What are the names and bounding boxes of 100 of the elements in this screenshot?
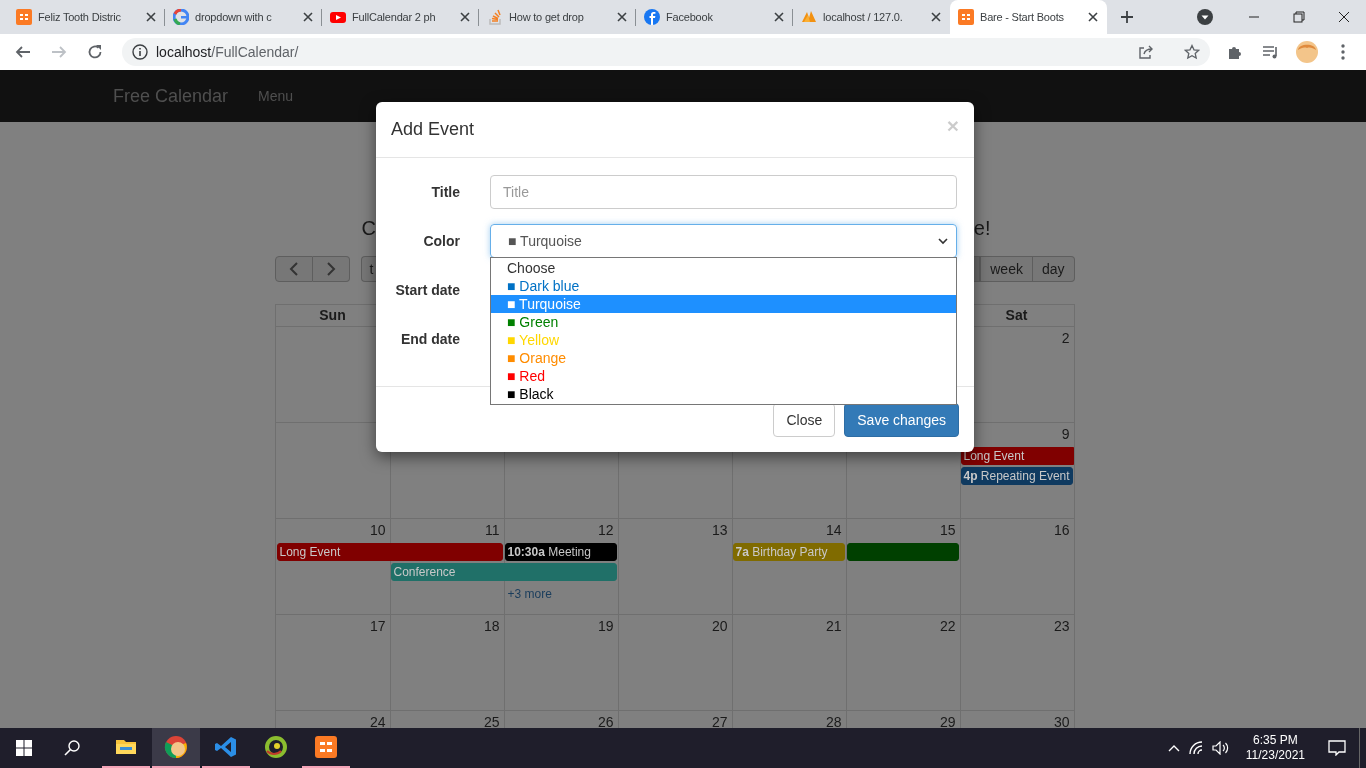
day-number: 23 — [1052, 617, 1071, 636]
close-button[interactable]: Close — [773, 403, 836, 437]
puzzle-icon[interactable] — [1227, 44, 1243, 60]
close-icon[interactable] — [1086, 10, 1100, 24]
day-number: 25 — [482, 713, 501, 728]
day-number: 20 — [710, 617, 729, 636]
field-label: End date — [399, 330, 460, 349]
avatar-icon[interactable] — [1296, 41, 1318, 63]
browser-avatar-icon — [164, 735, 188, 759]
day-number: 28 — [824, 713, 843, 728]
page-heading: C — [361, 216, 376, 240]
grid-logo-icon — [958, 9, 974, 25]
close-icon[interactable] — [301, 10, 315, 24]
sail-icon — [801, 9, 817, 25]
caret-up-icon[interactable] — [1167, 744, 1180, 752]
next-button[interactable] — [312, 256, 350, 282]
close-icon[interactable] — [929, 10, 943, 24]
weekday-header: Sat — [1004, 306, 1029, 325]
close-icon[interactable] — [772, 10, 786, 24]
day-number: 19 — [596, 617, 615, 636]
share-icon[interactable] — [1138, 44, 1154, 60]
wifi-icon[interactable] — [1187, 741, 1204, 755]
day-number: 24 — [368, 713, 387, 728]
day-number: 27 — [710, 713, 729, 728]
reload-icon[interactable] — [87, 44, 103, 60]
star-icon[interactable] — [1184, 44, 1200, 60]
prev-button[interactable] — [274, 256, 313, 282]
back-icon[interactable] — [15, 44, 31, 60]
day-number: 29 — [938, 713, 957, 728]
restore-icon[interactable] — [1292, 11, 1305, 23]
facebook-icon — [644, 9, 660, 25]
day-number: 26 — [596, 713, 615, 728]
browser-tab[interactable]: Facebook — [636, 0, 793, 34]
address-text: localhost/FullCalendar/ — [156, 44, 299, 60]
day-number: 12 — [596, 521, 615, 540]
tab-title: Bare - Start Boots — [980, 11, 1065, 23]
browser-tab[interactable]: localhost / 127.0. — [793, 0, 950, 34]
close-icon[interactable] — [458, 10, 472, 24]
event-bar[interactable]: 4p Repeating Event — [960, 467, 1073, 485]
tab-title: localhost / 127.0. — [823, 11, 904, 23]
day-number: 16 — [1052, 521, 1071, 540]
event-bar[interactable]: Conference — [390, 563, 617, 581]
field-label: Color — [422, 232, 460, 251]
input-field[interactable]: Title — [490, 175, 957, 209]
chameleon-icon — [264, 735, 288, 759]
dropdown-option[interactable]: Choose — [491, 259, 956, 277]
weekday-header: Sun — [318, 306, 347, 325]
browser-tab[interactable]: FullCalendar 2 ph — [322, 0, 479, 34]
close-icon[interactable] — [144, 10, 158, 24]
search-icon — [64, 740, 80, 756]
save-button[interactable]: Save changes — [844, 403, 959, 437]
google-icon — [173, 9, 189, 25]
chevron-right-icon — [325, 262, 336, 276]
windows-icon — [16, 740, 32, 756]
day-number: 2 — [1060, 329, 1071, 348]
tab-title: Feliz Tooth Distric — [38, 11, 122, 23]
dropdown-option[interactable]: ■ Green — [491, 313, 956, 331]
event-bar[interactable]: 10:30a Meeting — [504, 543, 617, 561]
notification-icon[interactable] — [1328, 740, 1346, 756]
code-editor-icon — [214, 735, 238, 759]
dropdown-option[interactable]: ■ Dark blue — [491, 277, 956, 295]
browser-tab[interactable]: dropdown with c — [165, 0, 322, 34]
info-icon — [132, 44, 148, 60]
menu-icon[interactable] — [1341, 44, 1345, 60]
grid-logo-icon — [16, 9, 32, 25]
day-number: 11 — [483, 521, 501, 540]
dropdown-option[interactable]: ■ Red — [491, 367, 956, 385]
day-number: 14 — [824, 521, 843, 540]
day-number: 21 — [824, 617, 843, 636]
day-number: 9 — [1060, 425, 1071, 444]
clock[interactable]: 6:35 PM 11/23/2021 — [1235, 728, 1315, 768]
browser-tab[interactable]: How to get drop — [479, 0, 636, 34]
close-icon[interactable] — [1337, 11, 1350, 23]
day-number: 15 — [938, 521, 957, 540]
view-button[interactable]: week — [980, 256, 1033, 282]
tab-title: FullCalendar 2 ph — [352, 11, 437, 23]
taskbar-app[interactable] — [152, 728, 200, 768]
plus-icon[interactable] — [1119, 9, 1135, 25]
close-icon[interactable] — [615, 10, 629, 24]
field-label: Start date — [394, 281, 460, 300]
view-button[interactable]: day — [1032, 256, 1075, 282]
day-number: 18 — [482, 617, 501, 636]
playlist-icon[interactable] — [1262, 44, 1280, 60]
stack-icon — [487, 9, 503, 25]
browser-tab[interactable]: Feliz Tooth Distric — [8, 0, 165, 34]
day-number: 13 — [710, 521, 729, 540]
field-label: Title — [430, 183, 460, 202]
grid-logo-icon — [314, 735, 338, 759]
dropdown-option[interactable]: ■ Black — [491, 385, 956, 403]
browser-tab[interactable]: Bare - Start Boots — [950, 0, 1107, 34]
volume-icon[interactable] — [1211, 741, 1230, 755]
dropdown-icon[interactable] — [1197, 9, 1213, 25]
tab-title: Facebook — [666, 11, 714, 23]
chevron-down-icon — [938, 237, 948, 245]
event-bar[interactable]: Long Event — [276, 543, 503, 561]
event-bar[interactable]: Long Event — [960, 447, 1074, 465]
day-number: 17 — [368, 617, 387, 636]
modal-title: Add Event — [391, 119, 475, 140]
address-bar[interactable]: localhost/FullCalendar/ — [122, 38, 1210, 66]
chevron-left-icon — [288, 262, 299, 276]
